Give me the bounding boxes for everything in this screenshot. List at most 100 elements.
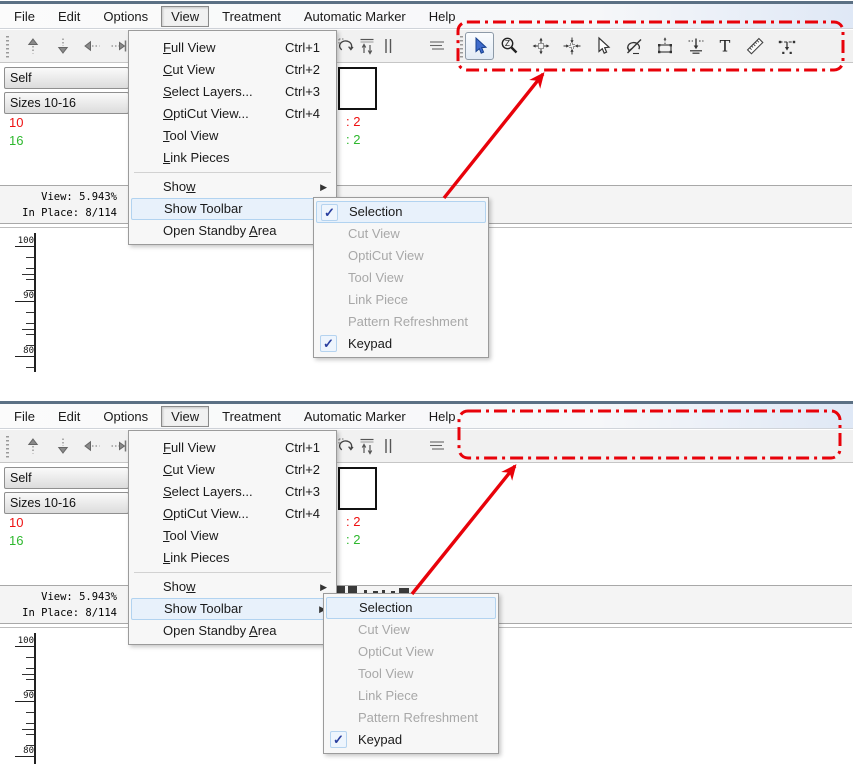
menu-item-cut-view[interactable]: Cut ViewCtrl+2 xyxy=(131,459,334,481)
submenu-item-selection[interactable]: Selection xyxy=(326,597,496,619)
toolbar-grip[interactable] xyxy=(6,436,9,458)
screenshot-top: File Edit Options View Treatment Automat… xyxy=(0,0,853,372)
submenu-item-link-piece[interactable]: Link Piece xyxy=(326,685,496,707)
menu-item-full-view[interactable]: Full ViewCtrl+1 xyxy=(131,37,334,59)
submenu-item-opticut-view[interactable]: OptiCut View xyxy=(326,641,496,663)
menu-help[interactable]: Help xyxy=(419,6,466,27)
menu-item-select-layers[interactable]: Select Layers...Ctrl+3 xyxy=(131,81,334,103)
toolbar-grip[interactable] xyxy=(6,36,9,58)
menu-item-opticut-view[interactable]: OptiCut View...Ctrl+4 xyxy=(131,503,334,525)
view-dropdown-menu: Full ViewCtrl+1 Cut ViewCtrl+2 Select La… xyxy=(128,30,337,245)
fabric-combobox[interactable]: Self xyxy=(4,467,129,489)
shrink-tool-icon[interactable] xyxy=(559,32,585,60)
marker-piece[interactable] xyxy=(338,67,377,110)
zoom-tool-icon[interactable]: Z xyxy=(497,32,523,60)
fabric-combobox[interactable]: Self xyxy=(4,67,129,89)
menu-item-cut-view[interactable]: Cut ViewCtrl+2 xyxy=(131,59,334,81)
menu-edit[interactable]: Edit xyxy=(48,6,90,27)
screenshot-bottom: File Edit Options View Treatment Automat… xyxy=(0,400,853,764)
show-toolbar-submenu: ✓Selection Cut View OptiCut View Tool Vi… xyxy=(313,197,489,358)
ruler-label-90: 90 xyxy=(15,291,34,302)
menu-view[interactable]: View xyxy=(161,406,209,427)
menu-treatment[interactable]: Treatment xyxy=(212,406,291,427)
submenu-item-tool-view[interactable]: Tool View xyxy=(316,267,486,289)
menu-item-tool-view[interactable]: Tool View xyxy=(131,125,334,147)
menu-treatment[interactable]: Treatment xyxy=(212,6,291,27)
pick-tool-icon[interactable] xyxy=(590,32,616,60)
drop-tool-icon[interactable] xyxy=(683,32,709,60)
expand-tool-icon[interactable] xyxy=(528,32,554,60)
show-toolbar-submenu: Selection Cut View OptiCut View Tool Vie… xyxy=(323,593,499,754)
move-down-icon[interactable] xyxy=(50,32,76,60)
size-value-red: 10 xyxy=(9,515,23,530)
piece-count-green: : 2 xyxy=(346,532,360,547)
menu-separator xyxy=(134,572,331,573)
view-dropdown-menu: Full ViewCtrl+1 Cut ViewCtrl+2 Select La… xyxy=(128,430,337,645)
view-zoom-value: 5.943% xyxy=(79,191,117,203)
submenu-item-tool-view[interactable]: Tool View xyxy=(326,663,496,685)
menu-item-show-toolbar[interactable]: Show Toolbar▶ xyxy=(131,598,334,620)
submenu-arrow-icon: ▶ xyxy=(320,176,327,198)
frame-adjust-tool-icon[interactable] xyxy=(652,32,678,60)
move-left-icon[interactable] xyxy=(79,432,105,460)
piece-count-green: : 2 xyxy=(346,132,360,147)
menu-file[interactable]: File xyxy=(4,406,45,427)
menu-item-select-layers[interactable]: Select Layers...Ctrl+3 xyxy=(131,481,334,503)
menu-item-tool-view[interactable]: Tool View xyxy=(131,525,334,547)
move-left-icon[interactable] xyxy=(79,32,105,60)
menu-edit[interactable]: Edit xyxy=(48,406,90,427)
submenu-item-selection[interactable]: ✓Selection xyxy=(316,201,486,223)
align-lines-icon[interactable] xyxy=(424,32,450,60)
move-up-icon[interactable] xyxy=(20,432,46,460)
text-tool-icon[interactable]: T xyxy=(712,32,738,60)
menu-automatic-marker[interactable]: Automatic Marker xyxy=(294,6,416,27)
move-up-icon[interactable] xyxy=(20,32,46,60)
menu-help[interactable]: Help xyxy=(419,406,466,427)
menu-item-opticut-view[interactable]: OptiCut View...Ctrl+4 xyxy=(131,103,334,125)
submenu-item-cut-view[interactable]: Cut View xyxy=(326,619,496,641)
flip-horizontal-icon[interactable] xyxy=(375,32,401,60)
menu-item-show[interactable]: Show▶ xyxy=(131,176,334,198)
menu-item-show[interactable]: Show▶ xyxy=(131,576,334,598)
size-value-red: 10 xyxy=(9,115,23,130)
vertical-ruler xyxy=(34,633,36,764)
ruler-tool-icon[interactable] xyxy=(742,32,768,60)
menu-bar: File Edit Options View Treatment Automat… xyxy=(0,4,853,29)
align-lines-icon[interactable] xyxy=(424,432,450,460)
sizes-combobox[interactable]: Sizes 10-16 xyxy=(4,92,129,114)
move-down-icon[interactable] xyxy=(50,432,76,460)
submenu-item-opticut-view[interactable]: OptiCut View xyxy=(316,245,486,267)
menu-file[interactable]: File xyxy=(4,6,45,27)
in-place-value: 8/114 xyxy=(85,607,117,619)
submenu-item-pattern-refreshment[interactable]: Pattern Refreshment xyxy=(326,707,496,729)
vertical-ruler xyxy=(34,233,36,372)
piece-count-red: : 2 xyxy=(346,114,360,129)
menu-item-link-pieces[interactable]: Link Pieces xyxy=(131,547,334,569)
menu-options[interactable]: Options xyxy=(93,406,158,427)
menu-item-show-toolbar[interactable]: Show Toolbar▶ xyxy=(131,198,334,220)
submenu-item-link-piece[interactable]: Link Piece xyxy=(316,289,486,311)
marker-piece[interactable] xyxy=(338,467,377,510)
menu-automatic-marker[interactable]: Automatic Marker xyxy=(294,406,416,427)
rotate-flip-tool-icon[interactable] xyxy=(621,32,647,60)
status-box: View: 5.943% In Place: 8/114 xyxy=(0,189,117,221)
menu-item-full-view[interactable]: Full ViewCtrl+1 xyxy=(131,437,334,459)
sizes-combobox[interactable]: Sizes 10-16 xyxy=(4,492,129,514)
flip-horizontal-icon[interactable] xyxy=(375,432,401,460)
menu-item-open-standby-area[interactable]: Open Standby Area xyxy=(131,620,334,642)
submenu-item-cut-view[interactable]: Cut View xyxy=(316,223,486,245)
submenu-item-pattern-refreshment[interactable]: Pattern Refreshment xyxy=(316,311,486,333)
measure-tool-icon[interactable] xyxy=(774,32,800,60)
submenu-item-keypad[interactable]: ✓Keypad xyxy=(326,729,496,751)
menu-item-open-standby-area[interactable]: Open Standby Area xyxy=(131,220,334,242)
submenu-item-keypad[interactable]: ✓Keypad xyxy=(316,333,486,355)
selection-tool-icon[interactable] xyxy=(465,32,494,60)
size-value-green: 16 xyxy=(9,533,23,548)
view-zoom-value: 5.943% xyxy=(79,591,117,603)
menu-view[interactable]: View xyxy=(161,6,209,27)
ruler-label-90: 90 xyxy=(15,691,34,702)
svg-text:Z: Z xyxy=(505,39,510,48)
selection-toolbar-grip[interactable] xyxy=(460,36,463,58)
menu-options[interactable]: Options xyxy=(93,6,158,27)
menu-item-link-pieces[interactable]: Link Pieces xyxy=(131,147,334,169)
